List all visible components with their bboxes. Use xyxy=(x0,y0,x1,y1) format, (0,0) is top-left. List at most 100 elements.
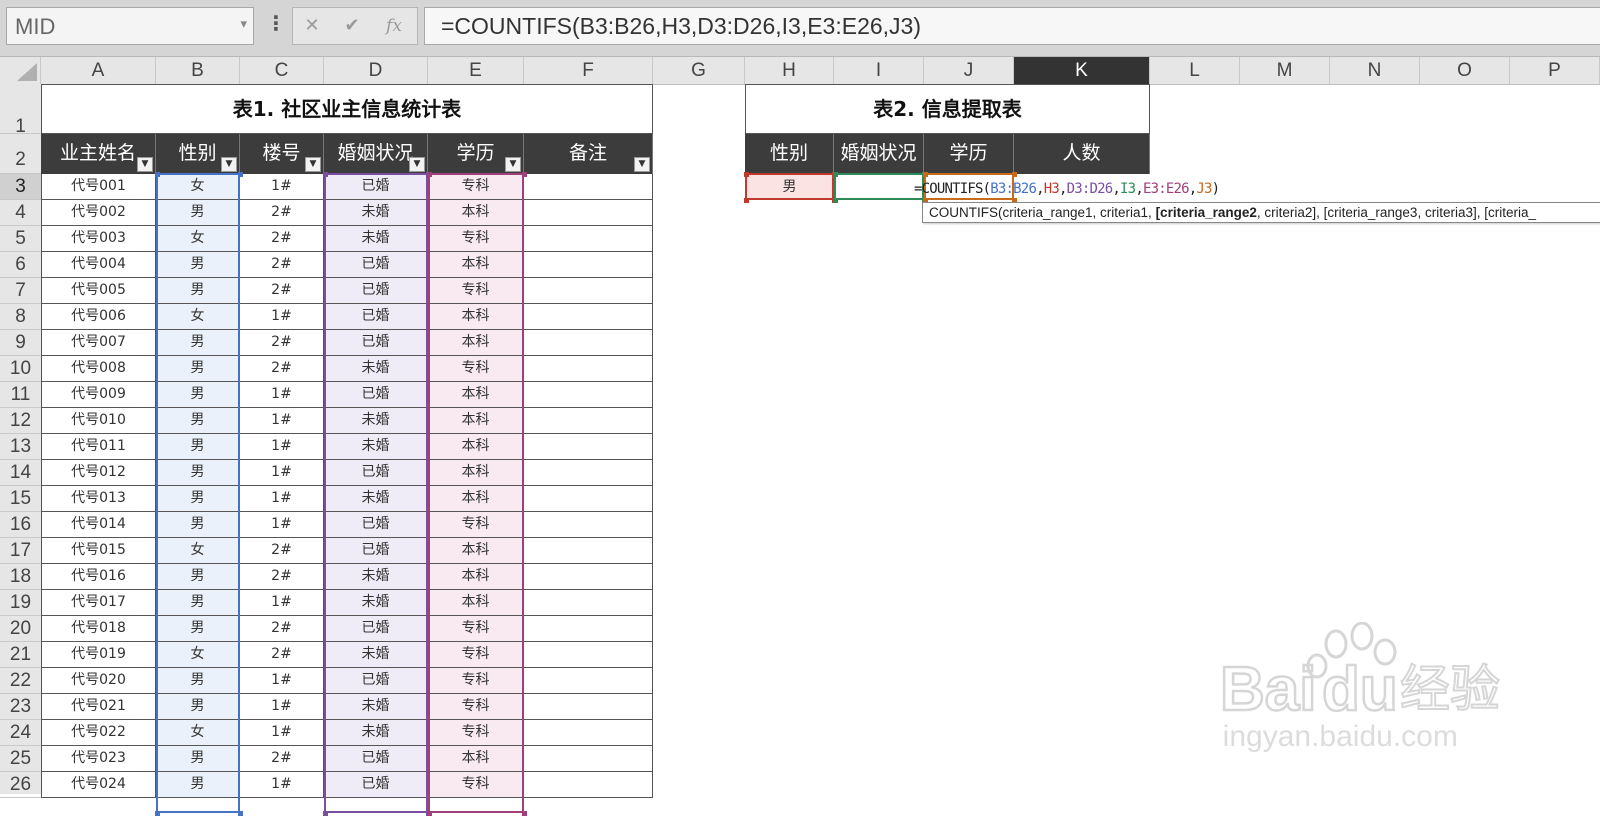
education-cell[interactable]: 本科 xyxy=(428,564,524,590)
filter-dropdown-icon[interactable]: ▼ xyxy=(305,157,321,172)
note-cell[interactable] xyxy=(524,460,653,486)
owner-name-cell[interactable]: 代号012 xyxy=(41,460,156,486)
note-cell[interactable] xyxy=(524,720,653,746)
note-cell[interactable] xyxy=(524,330,653,356)
owner-name-cell[interactable]: 代号009 xyxy=(41,382,156,408)
owner-name-cell[interactable]: 代号024 xyxy=(41,772,156,798)
filter-dropdown-icon[interactable]: ▼ xyxy=(409,157,425,172)
marital-cell[interactable]: 已婚 xyxy=(324,304,428,330)
gender-cell[interactable]: 男 xyxy=(156,330,240,356)
marital-cell[interactable]: 未婚 xyxy=(324,486,428,512)
building-cell[interactable]: 1# xyxy=(240,668,324,694)
education-cell[interactable]: 本科 xyxy=(428,200,524,226)
marital-cell[interactable]: 已婚 xyxy=(324,746,428,772)
marital-cell[interactable]: 未婚 xyxy=(324,356,428,382)
marital-cell[interactable]: 未婚 xyxy=(324,226,428,252)
education-cell[interactable]: 本科 xyxy=(428,460,524,486)
gender-cell[interactable]: 男 xyxy=(156,460,240,486)
building-cell[interactable]: 1# xyxy=(240,434,324,460)
marital-cell[interactable]: 已婚 xyxy=(324,616,428,642)
gender-cell[interactable]: 男 xyxy=(156,564,240,590)
marital-cell[interactable]: 已婚 xyxy=(324,512,428,538)
education-cell[interactable]: 本科 xyxy=(428,382,524,408)
building-cell[interactable]: 1# xyxy=(240,512,324,538)
owner-name-cell[interactable]: 代号015 xyxy=(41,538,156,564)
gender-cell[interactable]: 男 xyxy=(156,512,240,538)
education-cell[interactable]: 专科 xyxy=(428,226,524,252)
marital-cell[interactable]: 已婚 xyxy=(324,382,428,408)
gender-cell[interactable]: 男 xyxy=(156,694,240,720)
owner-name-cell[interactable]: 代号002 xyxy=(41,200,156,226)
gender-cell[interactable]: 女 xyxy=(156,642,240,668)
education-cell[interactable]: 专科 xyxy=(428,694,524,720)
education-cell[interactable]: 专科 xyxy=(428,512,524,538)
education-cell[interactable]: 专科 xyxy=(428,174,524,200)
building-cell[interactable]: 1# xyxy=(240,694,324,720)
gender-cell[interactable]: 女 xyxy=(156,538,240,564)
filter-dropdown-icon[interactable]: ▼ xyxy=(505,157,521,172)
note-cell[interactable] xyxy=(524,590,653,616)
building-cell[interactable]: 2# xyxy=(240,226,324,252)
owner-name-cell[interactable]: 代号004 xyxy=(41,252,156,278)
building-cell[interactable]: 2# xyxy=(240,642,324,668)
education-cell[interactable]: 本科 xyxy=(428,330,524,356)
gender-cell[interactable]: 男 xyxy=(156,616,240,642)
owner-name-cell[interactable]: 代号017 xyxy=(41,590,156,616)
owner-name-cell[interactable]: 代号001 xyxy=(41,174,156,200)
education-cell[interactable]: 专科 xyxy=(428,772,524,798)
building-cell[interactable]: 2# xyxy=(240,278,324,304)
building-cell[interactable]: 2# xyxy=(240,252,324,278)
note-cell[interactable] xyxy=(524,746,653,772)
marital-cell[interactable]: 已婚 xyxy=(324,538,428,564)
education-cell[interactable]: 本科 xyxy=(428,590,524,616)
note-cell[interactable] xyxy=(524,668,653,694)
owner-name-cell[interactable]: 代号021 xyxy=(41,694,156,720)
gender-cell[interactable]: 男 xyxy=(156,252,240,278)
gender-cell[interactable]: 男 xyxy=(156,356,240,382)
building-cell[interactable]: 1# xyxy=(240,460,324,486)
education-cell[interactable]: 专科 xyxy=(428,720,524,746)
note-cell[interactable] xyxy=(524,226,653,252)
filter-dropdown-icon[interactable]: ▼ xyxy=(137,157,153,172)
owner-name-cell[interactable]: 代号008 xyxy=(41,356,156,382)
note-cell[interactable] xyxy=(524,486,653,512)
marital-cell[interactable]: 已婚 xyxy=(324,252,428,278)
gender-cell[interactable]: 男 xyxy=(156,772,240,798)
gender-cell[interactable]: 男 xyxy=(156,200,240,226)
education-cell[interactable]: 本科 xyxy=(428,252,524,278)
marital-cell[interactable]: 已婚 xyxy=(324,174,428,200)
tooltip-current-argument[interactable]: [criteria_range2 xyxy=(1156,205,1257,220)
marital-cell[interactable]: 未婚 xyxy=(324,642,428,668)
note-cell[interactable] xyxy=(524,356,653,382)
note-cell[interactable] xyxy=(524,174,653,200)
gender-cell[interactable]: 女 xyxy=(156,304,240,330)
building-cell[interactable]: 1# xyxy=(240,174,324,200)
education-cell[interactable]: 本科 xyxy=(428,304,524,330)
building-cell[interactable]: 1# xyxy=(240,720,324,746)
owner-name-cell[interactable]: 代号013 xyxy=(41,486,156,512)
marital-cell[interactable]: 未婚 xyxy=(324,408,428,434)
gender-cell[interactable]: 男 xyxy=(156,382,240,408)
building-cell[interactable]: 2# xyxy=(240,616,324,642)
table2-marital-cell[interactable] xyxy=(834,174,924,200)
note-cell[interactable] xyxy=(524,408,653,434)
note-cell[interactable] xyxy=(524,642,653,668)
education-cell[interactable]: 专科 xyxy=(428,642,524,668)
note-cell[interactable] xyxy=(524,434,653,460)
owner-name-cell[interactable]: 代号003 xyxy=(41,226,156,252)
marital-cell[interactable]: 未婚 xyxy=(324,200,428,226)
marital-cell[interactable]: 未婚 xyxy=(324,590,428,616)
owner-name-cell[interactable]: 代号022 xyxy=(41,720,156,746)
building-cell[interactable]: 1# xyxy=(240,408,324,434)
marital-cell[interactable]: 未婚 xyxy=(324,564,428,590)
filter-dropdown-icon[interactable]: ▼ xyxy=(221,157,237,172)
gender-cell[interactable]: 女 xyxy=(156,720,240,746)
building-cell[interactable]: 2# xyxy=(240,200,324,226)
education-cell[interactable]: 专科 xyxy=(428,668,524,694)
owner-name-cell[interactable]: 代号019 xyxy=(41,642,156,668)
building-cell[interactable]: 2# xyxy=(240,538,324,564)
note-cell[interactable] xyxy=(524,694,653,720)
education-cell[interactable]: 本科 xyxy=(428,538,524,564)
filter-dropdown-icon[interactable]: ▼ xyxy=(634,157,650,172)
note-cell[interactable] xyxy=(524,200,653,226)
